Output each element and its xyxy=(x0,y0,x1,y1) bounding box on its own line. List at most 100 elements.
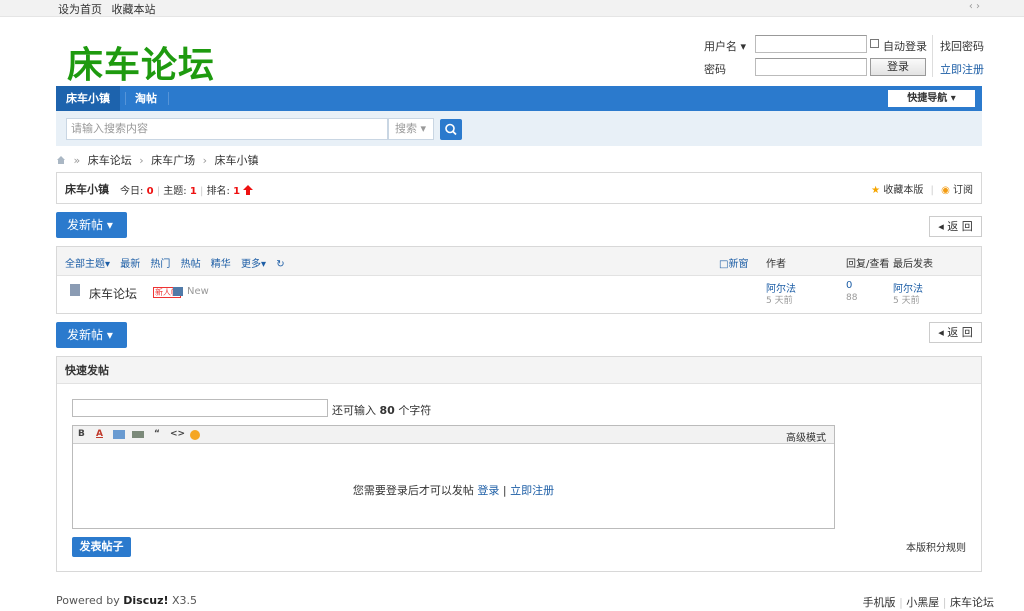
thread-filters: 全部主题▾ 最新 热门 热帖 精华 更多▾ ↻ xyxy=(65,255,292,270)
smiley-icon[interactable] xyxy=(190,430,200,440)
quote-icon[interactable]: “ xyxy=(154,429,160,439)
register-link[interactable]: 立即注册 xyxy=(940,61,984,77)
product-link[interactable]: Discuz! xyxy=(123,594,168,607)
new-post-button[interactable]: 发新帖 ▾ xyxy=(56,212,127,238)
rss-icon[interactable]: ◉ xyxy=(941,185,950,196)
star-icon[interactable]: ★ xyxy=(871,185,880,196)
breadcrumb-separator: › xyxy=(202,154,208,167)
password-input[interactable] xyxy=(755,58,867,76)
forum-name: 床车小镇 xyxy=(65,183,109,196)
thread-replies[interactable]: 0 xyxy=(846,280,852,291)
thread-views: 88 xyxy=(846,293,858,303)
footer-divider: | xyxy=(942,596,947,609)
search-bar: 请输入搜索内容 搜索 ▾ xyxy=(56,111,982,146)
refresh-icon[interactable]: ↻ xyxy=(276,259,284,270)
auto-login-label: 自动登录 xyxy=(883,40,927,53)
version-text: X3.5 xyxy=(172,594,198,607)
today-label: 今日: xyxy=(120,186,144,197)
tab-taotie[interactable]: 淘帖 xyxy=(125,86,167,111)
nav-divider xyxy=(168,92,169,105)
thread-title[interactable]: 床车论坛 xyxy=(89,285,137,302)
search-button[interactable] xyxy=(440,119,462,140)
subscribe-link[interactable]: 订阅 xyxy=(953,185,973,196)
last-post-time[interactable]: 5 天前 xyxy=(893,293,920,306)
font-color-icon[interactable]: A xyxy=(96,429,103,439)
action-divider: | xyxy=(930,185,934,196)
post-editor[interactable]: B A “ <> 高级模式 您需要登录后才可以发帖 登录 | 立即注册 xyxy=(72,425,835,529)
login-required-message: 您需要登录后才可以发帖 登录 | 立即注册 xyxy=(73,482,834,498)
filter-digest[interactable]: 精华 xyxy=(211,259,231,270)
filter-hot-threads[interactable]: 热帖 xyxy=(181,259,201,270)
favorite-link[interactable]: 收藏本版 xyxy=(883,185,923,196)
breadcrumb: » 床车论坛 › 床车广场 › 床车小镇 xyxy=(56,152,263,168)
new-window-toggle[interactable]: □新窗 xyxy=(719,255,748,270)
home-icon[interactable] xyxy=(56,155,66,165)
thread-list: 全部主题▾ 最新 热门 热帖 精华 更多▾ ↻ □新窗 作者 回复/查看 最后发… xyxy=(56,246,982,314)
image-insert-icon[interactable] xyxy=(113,430,125,439)
rank-up-icon xyxy=(243,185,254,195)
footer-powered: Powered by Discuz! X3.5 xyxy=(56,594,197,607)
search-type-select[interactable]: 搜索 ▾ xyxy=(388,118,434,140)
quick-post-title: 快速发帖 xyxy=(57,357,981,384)
footer-links: 手机版 | 小黑屋 | 床车论坛 xyxy=(863,594,994,610)
filter-all[interactable]: 全部主题▾ xyxy=(65,259,110,270)
login-link[interactable]: 登录 xyxy=(477,484,499,497)
breadcrumb-item[interactable]: 床车广场 xyxy=(151,154,195,167)
forum-header: 床车小镇 今日: 0 | 主题: 1 | 排名: 1 ★ 收藏本版 | ◉ 订阅 xyxy=(56,172,982,204)
remain-count: 80 xyxy=(379,404,395,417)
rank-label: 排名: xyxy=(206,186,230,197)
breadcrumb-item[interactable]: 床车小镇 xyxy=(215,154,259,167)
username-label[interactable]: 用户名 ▾ xyxy=(704,38,746,54)
back-button[interactable]: ◂ 返 回 xyxy=(929,216,982,237)
mobile-link[interactable]: 手机版 xyxy=(863,596,896,609)
site-logo[interactable]: 床车论坛 xyxy=(67,36,215,88)
register-link-editor[interactable]: 立即注册 xyxy=(510,484,554,497)
login-divider xyxy=(932,35,933,77)
breadcrumb-separator: » xyxy=(73,154,81,167)
footer-divider: | xyxy=(899,596,903,609)
msg-divider: | xyxy=(502,484,507,497)
set-home-link[interactable]: 设为首页 xyxy=(58,3,102,16)
quick-nav-button[interactable]: 快捷导航 ▾ xyxy=(888,90,975,107)
today-count: 0 xyxy=(146,186,154,197)
blackroom-link[interactable]: 小黑屋 xyxy=(906,596,939,609)
document-icon xyxy=(70,284,80,296)
new-label: New xyxy=(187,286,209,297)
filter-hot[interactable]: 热门 xyxy=(150,259,170,270)
topics-count: 1 xyxy=(189,186,197,197)
post-title-input[interactable] xyxy=(72,399,328,417)
top-links: 设为首页 收藏本站 xyxy=(58,1,162,17)
filter-more[interactable]: 更多▾ xyxy=(241,259,266,270)
code-icon[interactable]: <> xyxy=(170,429,185,439)
tab-chuangche-town[interactable]: 床车小镇 xyxy=(56,86,120,111)
find-password-link[interactable]: 找回密码 xyxy=(940,38,984,54)
bold-icon[interactable]: B xyxy=(78,429,85,439)
advanced-mode-link[interactable]: 高级模式 xyxy=(786,429,826,444)
rank-count: 1 xyxy=(233,186,241,197)
topics-label: 主题: xyxy=(163,186,187,197)
username-input[interactable] xyxy=(755,35,867,53)
submit-post-button[interactable]: 发表帖子 xyxy=(72,537,131,557)
login-msg-text: 您需要登录后才可以发帖 xyxy=(352,484,474,497)
forum-stats: 今日: 0 | 主题: 1 | 排名: 1 xyxy=(120,182,254,197)
back-button-bottom[interactable]: ◂ 返 回 xyxy=(929,322,982,343)
auto-login-checkbox[interactable] xyxy=(870,39,879,48)
attachment-icon[interactable] xyxy=(132,431,144,438)
image-icon xyxy=(173,287,183,296)
search-input[interactable]: 请输入搜索内容 xyxy=(66,118,388,140)
credit-rules-link[interactable]: 本版积分规则 xyxy=(906,539,966,554)
top-bar: 设为首页 收藏本站 ‹ › xyxy=(0,0,1024,17)
site-link[interactable]: 床车论坛 xyxy=(950,596,994,609)
breadcrumb-item[interactable]: 床车论坛 xyxy=(88,154,132,167)
forum-actions: ★ 收藏本版 | ◉ 订阅 xyxy=(871,181,973,196)
nav-arrows-icon[interactable]: ‹ › xyxy=(969,1,980,12)
powered-text: Powered by xyxy=(56,594,120,607)
new-post-button-bottom[interactable]: 发新帖 ▾ xyxy=(56,322,127,348)
login-button[interactable]: 登录 xyxy=(870,58,926,76)
char-remaining: 还可输入 80 个字符 xyxy=(332,402,431,418)
filter-latest[interactable]: 最新 xyxy=(120,259,140,270)
stat-divider: | xyxy=(156,186,161,197)
col-replies: 回复/查看 xyxy=(846,259,890,270)
bookmark-link[interactable]: 收藏本站 xyxy=(112,3,156,16)
col-author: 作者 xyxy=(766,259,786,270)
